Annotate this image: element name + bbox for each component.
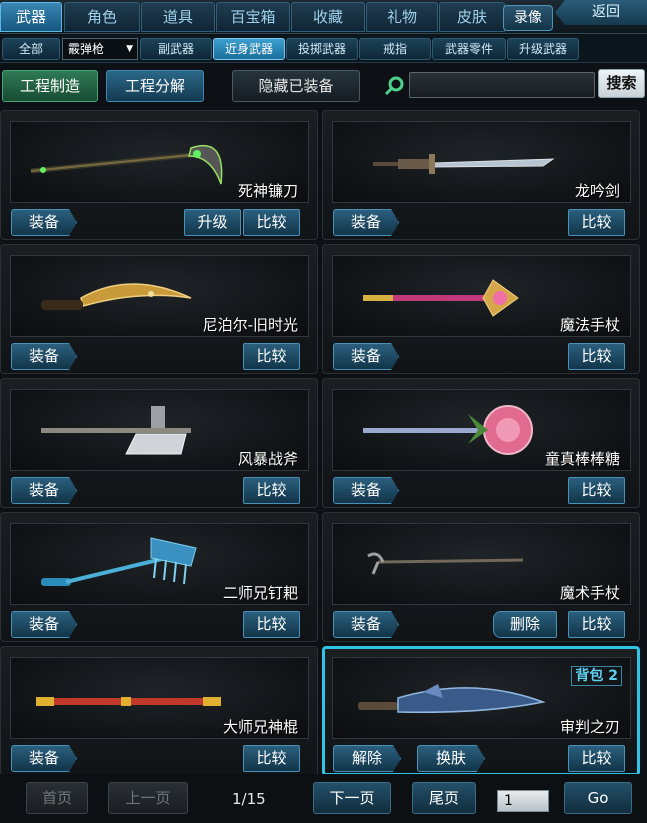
prev-page-button[interactable]: 上一页: [108, 782, 188, 814]
delete-button[interactable]: 删除: [493, 611, 557, 638]
compare-button[interactable]: 比较: [243, 477, 300, 504]
equip-button[interactable]: 装备: [11, 611, 77, 638]
compare-button[interactable]: 比较: [243, 611, 300, 638]
tab-gifts[interactable]: 礼物: [366, 2, 438, 32]
item-name: 审判之刃: [559, 718, 620, 736]
item-card-nepal-knife[interactable]: 尼泊尔-旧时光 装备 比较: [0, 244, 318, 374]
subtab-upgrade-weapons[interactable]: 升级武器: [507, 38, 579, 60]
back-button[interactable]: 返回: [555, 0, 647, 25]
item-preview: 大师兄神棍: [10, 657, 309, 739]
next-page-button[interactable]: 下一页: [313, 782, 391, 814]
subtab-secondary[interactable]: 副武器: [140, 38, 212, 60]
select-value: 霰弹枪: [68, 42, 105, 56]
tab-treasure-box[interactable]: 百宝箱: [216, 2, 290, 32]
page-number-input[interactable]: 1: [497, 790, 549, 812]
item-preview: 童真棒棒糖: [332, 389, 631, 471]
sub-category-bar: 全部 霰弹枪 ▼ 副武器 近身武器 投掷武器 戒指 武器零件 升级武器: [0, 35, 647, 63]
go-button[interactable]: Go: [564, 782, 632, 814]
item-preview: 魔法手杖: [332, 255, 631, 337]
craft-button[interactable]: 工程制造: [2, 70, 98, 102]
item-card-staff-pole[interactable]: 大师兄神棍 装备 比较: [0, 646, 318, 776]
item-card-reaper-scythe[interactable]: 死神镰刀 装备 升级 比较: [0, 110, 318, 240]
equip-button[interactable]: 装备: [11, 209, 77, 236]
item-name: 魔术手杖: [559, 584, 620, 602]
equip-button[interactable]: 装备: [333, 611, 399, 638]
tab-skins[interactable]: 皮肤: [439, 2, 505, 32]
compare-button[interactable]: 比较: [568, 343, 625, 370]
page-indicator: 1/15: [232, 790, 266, 808]
compare-button[interactable]: 比较: [568, 745, 625, 772]
item-name: 二师兄钉耙: [222, 584, 298, 602]
chevron-down-icon: ▼: [126, 44, 133, 54]
compare-button[interactable]: 比较: [243, 209, 300, 236]
backpack-tag: 背包 2: [571, 666, 622, 686]
weapon-type-select[interactable]: 霰弹枪 ▼: [62, 38, 138, 60]
item-preview: 龙吟剑: [332, 121, 631, 203]
equip-button[interactable]: 装备: [11, 477, 77, 504]
item-name: 龙吟剑: [574, 182, 620, 200]
change-skin-button[interactable]: 换肤: [417, 745, 485, 772]
hide-equipped-button[interactable]: 隐藏已装备: [232, 70, 360, 102]
equip-button[interactable]: 装备: [333, 209, 399, 236]
subtab-melee[interactable]: 近身武器: [213, 38, 285, 60]
subtab-rings[interactable]: 戒指: [359, 38, 431, 60]
item-card-storm-axe[interactable]: 风暴战斧 装备 比较: [0, 378, 318, 508]
item-name: 死神镰刀: [237, 182, 298, 200]
last-page-button[interactable]: 尾页: [412, 782, 476, 814]
item-preview: 死神镰刀: [10, 121, 309, 203]
item-name: 童真棒棒糖: [544, 450, 620, 468]
upgrade-button[interactable]: 升级: [184, 209, 241, 236]
tab-characters[interactable]: 角色: [64, 2, 140, 32]
item-preview: 尼泊尔-旧时光: [10, 255, 309, 337]
subtab-weapon-parts[interactable]: 武器零件: [432, 38, 506, 60]
first-page-button[interactable]: 首页: [26, 782, 88, 814]
item-preview: 风暴战斧: [10, 389, 309, 471]
item-card-judgment-blade[interactable]: 背包 2 审判之刃 解除 换肤 比较: [322, 646, 640, 776]
compare-button[interactable]: 比较: [243, 745, 300, 772]
tab-items[interactable]: 道具: [141, 2, 215, 32]
decompose-button[interactable]: 工程分解: [106, 70, 204, 102]
item-card-rake[interactable]: 二师兄钉耙 装备 比较: [0, 512, 318, 642]
item-card-dragon-sword[interactable]: 龙吟剑 装备 比较: [322, 110, 640, 240]
action-bar: 工程制造 工程分解 隐藏已装备 搜索: [0, 64, 647, 108]
item-card-magic-staff[interactable]: 魔法手杖 装备 比较: [322, 244, 640, 374]
search-input[interactable]: [409, 72, 595, 98]
equip-button[interactable]: 装备: [11, 343, 77, 370]
item-name: 尼泊尔-旧时光: [202, 316, 298, 334]
sword-icon: [373, 154, 555, 174]
tab-favorites[interactable]: 收藏: [291, 2, 365, 32]
equip-button[interactable]: 装备: [333, 343, 399, 370]
top-tab-bar: 武器 角色 道具 百宝箱 收藏 礼物 皮肤 录像 返回: [0, 0, 647, 34]
item-name: 魔法手杖: [559, 316, 620, 334]
tab-weapons[interactable]: 武器: [0, 2, 62, 32]
equip-button[interactable]: 装备: [11, 745, 77, 772]
compare-button[interactable]: 比较: [568, 477, 625, 504]
compare-button[interactable]: 比较: [568, 611, 625, 638]
record-button[interactable]: 录像: [503, 5, 553, 31]
equip-button[interactable]: 装备: [333, 477, 399, 504]
subtab-throwing[interactable]: 投掷武器: [286, 38, 358, 60]
item-preview: 二师兄钉耙: [10, 523, 309, 605]
item-preview: 背包 2 审判之刃: [332, 657, 631, 739]
item-card-magic-cane[interactable]: 魔术手杖 装备 删除 比较: [322, 512, 640, 642]
item-preview: 魔术手杖: [332, 523, 631, 605]
compare-button[interactable]: 比较: [568, 209, 625, 236]
search-button[interactable]: 搜索: [598, 69, 645, 98]
unequip-button[interactable]: 解除: [333, 745, 401, 772]
search-icon[interactable]: [383, 75, 405, 97]
subtab-all[interactable]: 全部: [2, 38, 60, 60]
pagination-bar: 首页 上一页 1/15 下一页 尾页 1 Go: [0, 774, 647, 823]
item-name: 风暴战斧: [237, 450, 298, 468]
item-name: 大师兄神棍: [222, 718, 298, 736]
compare-button[interactable]: 比较: [243, 343, 300, 370]
item-card-lollipop[interactable]: 童真棒棒糖 装备 比较: [322, 378, 640, 508]
